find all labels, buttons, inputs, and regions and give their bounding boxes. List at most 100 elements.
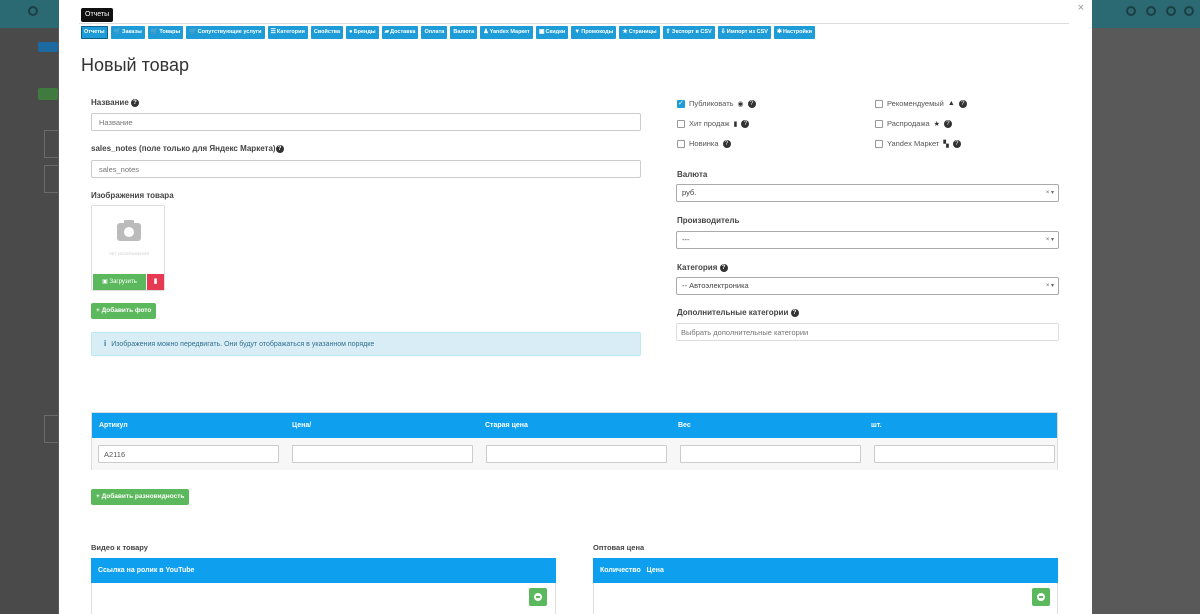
gear-icon: ✱ [776, 29, 782, 35]
bookmark-icon: ▮ [733, 120, 738, 128]
background-settings-icon [28, 6, 38, 16]
download-icon: ⇩ [720, 29, 726, 35]
background-box [44, 130, 58, 158]
tab-export-csv[interactable]: ⇧ Экспорт в CSV [662, 26, 715, 39]
category-select[interactable]: -- Автоэлектроника × ▾ [676, 277, 1059, 295]
user-icon: ♟ [483, 29, 489, 35]
tab-settings[interactable]: ✱ Настройки [773, 26, 815, 39]
add-variant-button[interactable]: + Добавить разновидность [91, 489, 190, 505]
tab-categories[interactable]: ☰ Категории [267, 26, 308, 39]
clear-dropdown-icon[interactable]: × ▾ [1046, 232, 1054, 248]
tab-services[interactable]: 🛒 Сопутствующие услуги [186, 26, 265, 39]
tab-payment[interactable]: Оплата [421, 26, 448, 39]
table-row [92, 438, 1057, 470]
delete-image-button[interactable]: ▮ [147, 274, 164, 290]
wholesale-table-body [593, 583, 1058, 614]
currency-select[interactable]: руб. × ▾ [676, 184, 1059, 202]
image-slot: НЕТ ИЗОБРАЖЕНИЯ ▣ Загрузить ▮ [91, 205, 165, 291]
no-image-text: НЕТ ИЗОБРАЖЕНИЯ [108, 251, 150, 256]
column-header: Вес [678, 422, 691, 429]
publish-checkbox[interactable]: Публиковать◉? [677, 99, 756, 108]
cart-icon: 🛒 [189, 29, 197, 35]
name-label: Название ? [91, 98, 139, 107]
tab-brands[interactable]: ● Бренды [346, 26, 379, 39]
trophy-icon: ▼ [574, 29, 581, 35]
quantity-input[interactable] [874, 445, 1055, 463]
upload-icon: ⇧ [665, 29, 671, 35]
background-sidebar [0, 28, 58, 614]
checkbox[interactable] [677, 139, 685, 148]
yandex-checkbox[interactable]: Yandex Маркет ▚? [875, 139, 961, 148]
category-label: Категория ? [677, 263, 728, 272]
add-wholesale-button[interactable] [1032, 588, 1050, 606]
background-right-panel [1092, 28, 1200, 614]
checkbox[interactable] [875, 99, 883, 108]
checkbox[interactable] [677, 119, 685, 128]
question-icon: ? [747, 99, 756, 108]
bell-icon: ● [349, 29, 353, 35]
background-gear-icon [1126, 6, 1136, 16]
list-icon: ☰ [270, 29, 276, 35]
tab-delivery[interactable]: ▰ Доставка [381, 26, 419, 39]
sku-input[interactable] [98, 445, 279, 463]
recommended-checkbox[interactable]: Рекомендуемый ▲? [875, 99, 967, 108]
checkbox-checked[interactable] [677, 99, 685, 108]
sales-notes-input[interactable] [91, 160, 641, 178]
trash-icon: ▮ [153, 278, 158, 285]
tab-pages[interactable]: ★ Страницы [619, 26, 660, 39]
tab-discounts[interactable]: ▣ Скидки [535, 26, 569, 39]
background-badge [38, 42, 58, 52]
variants-table: Артикул Цена/ Старая цена Вес шт. [91, 412, 1058, 470]
tab-promocodes[interactable]: ▼ Промокоды [571, 26, 617, 39]
background-green-button [38, 88, 58, 100]
checkbox[interactable] [875, 119, 883, 128]
close-icon[interactable]: × [1078, 2, 1084, 14]
star-icon: ★ [933, 120, 940, 128]
clear-dropdown-icon[interactable]: × ▾ [1046, 278, 1054, 294]
wholesale-table-header: Количество Цена [593, 558, 1058, 583]
info-alert: i Изображения можно передвигать. Они буду… [91, 332, 641, 356]
tab-reports[interactable]: Отчеты [81, 26, 108, 39]
new-checkbox[interactable]: Новинка? [677, 139, 731, 148]
page-title: Новый товар [81, 55, 189, 75]
info-icon: i [104, 339, 107, 348]
price-input[interactable] [292, 445, 473, 463]
video-table-body [91, 583, 556, 614]
cart-icon: 🛒 [113, 29, 122, 35]
question-icon: ? [719, 263, 728, 272]
table-header: Артикул Цена/ Старая цена Вес шт. [92, 413, 1057, 438]
checkbox[interactable] [875, 139, 883, 148]
hit-checkbox[interactable]: Хит продаж ▮? [677, 119, 750, 128]
cart-icon: ▚ [943, 140, 949, 148]
clear-dropdown-icon[interactable]: × ▾ [1046, 185, 1054, 201]
extra-categories-input[interactable] [676, 323, 1059, 341]
tab-products[interactable]: 🛒 Товары [147, 26, 184, 39]
question-icon: ? [722, 139, 731, 148]
background-user-icon [1166, 6, 1176, 16]
sale-checkbox[interactable]: Распродажа ★? [875, 119, 952, 128]
tab-import-csv[interactable]: ⇩ Импорт из CSV [717, 26, 771, 39]
extra-categories-label: Дополнительные категории ? [677, 308, 799, 317]
question-icon: ? [275, 144, 284, 153]
tooltip: Отчеты [81, 8, 114, 22]
upload-button[interactable]: ▣ Загрузить [93, 274, 146, 290]
add-video-button[interactable] [529, 588, 547, 606]
question-icon: ? [943, 119, 952, 128]
question-icon: ? [958, 99, 967, 108]
bell-icon: ▲ [947, 100, 955, 107]
tab-orders[interactable]: 🛒 Заказы [110, 26, 145, 39]
tab-currency[interactable]: Валюта [450, 26, 478, 39]
add-photo-button[interactable]: + Добавить фото [91, 303, 157, 319]
name-input[interactable] [91, 113, 641, 131]
old-price-input[interactable] [486, 445, 667, 463]
images-label: Изображения товара [91, 191, 174, 200]
video-table-header: Ссылка на ролик в YouTube [91, 558, 556, 583]
weight-input[interactable] [680, 445, 861, 463]
tab-yandex[interactable]: ♟ Yandex Маркет [480, 26, 533, 39]
truck-icon: ▰ [384, 29, 390, 35]
question-icon: ? [131, 98, 139, 107]
producer-select[interactable]: --- × ▾ [676, 231, 1059, 249]
producer-label: Производитель [677, 216, 740, 225]
tab-properties[interactable]: Свойства [310, 26, 344, 39]
background-box [44, 415, 58, 443]
